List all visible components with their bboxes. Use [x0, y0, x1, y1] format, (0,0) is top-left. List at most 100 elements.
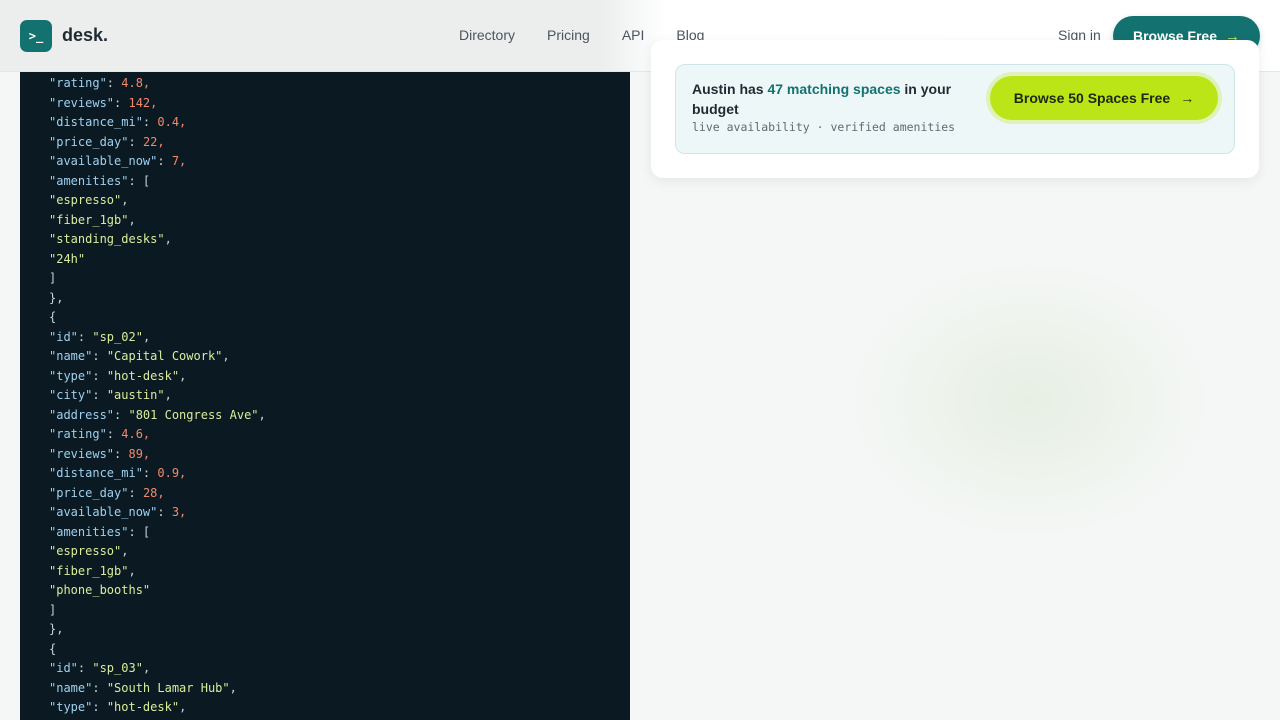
code-line: "price_day": 22,: [49, 133, 266, 153]
brand-name[interactable]: desk.: [62, 25, 108, 46]
code-token: "name": [49, 349, 93, 363]
code-line: },: [49, 620, 266, 640]
code-token: ,: [128, 563, 136, 578]
availability-card: Austin has 47 matching spaces in your bu…: [651, 40, 1259, 178]
code-line: "name": "South Lamar Hub",: [49, 679, 266, 699]
code-line: "distance_mi": 0.9,: [49, 464, 266, 484]
code-token: "type": [49, 700, 93, 714]
code-token: "24h": [49, 251, 86, 266]
code-token: {: [49, 310, 57, 324]
code-token: "Capital Cowork": [106, 349, 223, 363]
code-token: "rating": [49, 427, 107, 441]
code-token: "amenities": [49, 173, 129, 188]
code-token: "phone_booths": [49, 583, 151, 597]
code-line: "available_now": 7,: [49, 152, 266, 172]
browse-spaces-button[interactable]: Browse 50 Spaces Free →: [990, 76, 1218, 120]
code-line: "fiber_1gb",: [49, 562, 266, 582]
code-line: "price_day": 28,: [49, 484, 266, 504]
code-token: :: [142, 466, 158, 480]
code-token: :: [128, 485, 143, 500]
code-line: "type": "hot-desk",: [49, 698, 266, 718]
code-line: "distance_mi": 0.4,: [49, 113, 266, 133]
code-line: {: [49, 640, 266, 660]
code-token: "espresso": [49, 193, 122, 207]
code-line: {: [49, 308, 266, 328]
code-token: ,: [179, 368, 187, 383]
code-token: },: [49, 290, 64, 305]
code-token: },: [49, 622, 64, 636]
code-token: "address": [49, 407, 115, 422]
code-token: ,: [142, 661, 151, 675]
code-token: "type": [49, 368, 93, 383]
code-token: "reviews": [49, 446, 115, 461]
code-token: {: [49, 641, 57, 656]
code-token: "amenities": [49, 524, 129, 539]
code-line: "reviews": 142,: [49, 94, 266, 114]
headline-text: Austin has: [692, 81, 768, 97]
code-token: ,: [128, 212, 136, 227]
code-token: :: [157, 505, 172, 519]
code-token: :: [92, 368, 107, 383]
code-token: ]: [49, 602, 57, 617]
code-token: :: [92, 680, 107, 695]
code-token: "city": [49, 388, 93, 402]
code-line: "amenities": [: [49, 172, 266, 192]
code-token: 0.4,: [157, 115, 187, 129]
code-token: ,: [229, 680, 237, 695]
code-token: :: [114, 446, 129, 461]
code-token: "sp_03": [92, 661, 143, 675]
code-token: ]: [49, 271, 57, 285]
code-token: 142,: [128, 95, 158, 110]
browse-spaces-label: Browse 50 Spaces Free: [1013, 90, 1171, 106]
code-token: :: [157, 154, 172, 168]
code-token: :: [77, 661, 93, 675]
code-line: "amenities": [: [49, 523, 266, 543]
code-token: "hot-desk": [106, 700, 180, 714]
code-token: "fiber_1gb": [49, 563, 129, 578]
code-token: ,: [258, 407, 266, 422]
code-token: :: [92, 349, 107, 363]
code-token: :: [106, 76, 122, 90]
code-token: :: [106, 427, 122, 441]
nav-link-directory[interactable]: Directory: [459, 27, 515, 43]
code-token: "id": [49, 661, 78, 675]
code-token: 3,: [171, 505, 187, 519]
code-token: ,: [121, 544, 129, 558]
code-line: "id": "sp_03",: [49, 659, 266, 679]
code-token: :: [114, 95, 129, 110]
code-token: 7,: [171, 154, 187, 168]
code-line: },: [49, 289, 266, 309]
code-token: 4.6,: [121, 427, 151, 441]
terminal-logo-icon[interactable]: >_: [20, 20, 52, 52]
matching-spaces-count: 47 matching spaces: [767, 81, 901, 97]
code-token: :: [92, 388, 107, 402]
code-token: "name": [49, 680, 93, 695]
code-token: "standing_desks": [49, 232, 165, 246]
code-line: "name": "Capital Cowork",: [49, 347, 266, 367]
code-token: : [: [128, 524, 151, 539]
json-code-panel[interactable]: "rating": 4.8, "reviews": 142, "distance_m…: [20, 72, 630, 720]
code-line: "id": "sp_02",: [49, 328, 266, 348]
code-line: "standing_desks",: [49, 230, 266, 250]
nav-link-pricing[interactable]: Pricing: [547, 27, 590, 43]
nav-link-api[interactable]: API: [622, 27, 645, 43]
code-token: "price_day": [49, 134, 129, 149]
code-token: "austin": [106, 388, 165, 402]
code-token: "rating": [49, 76, 107, 90]
code-line: "fiber_1gb",: [49, 211, 266, 231]
code-line: "espresso",: [49, 542, 266, 562]
code-token: "available_now": [49, 154, 158, 168]
code-line: "city": "austin",: [49, 386, 266, 406]
code-token: :: [77, 329, 93, 344]
arrow-right-icon: →: [1180, 90, 1195, 106]
code-token: ,: [121, 193, 129, 207]
code-token: "id": [49, 329, 78, 344]
code-token: :: [114, 407, 129, 422]
code-token: "price_day": [49, 485, 129, 500]
availability-subline: live availability · verified amenities: [692, 120, 956, 134]
code-token: "hot-desk": [106, 368, 180, 383]
code-token: ,: [179, 700, 187, 714]
code-line: "espresso",: [49, 191, 266, 211]
code-token: : [: [128, 173, 151, 188]
code-line: "reviews": 89,: [49, 445, 266, 465]
